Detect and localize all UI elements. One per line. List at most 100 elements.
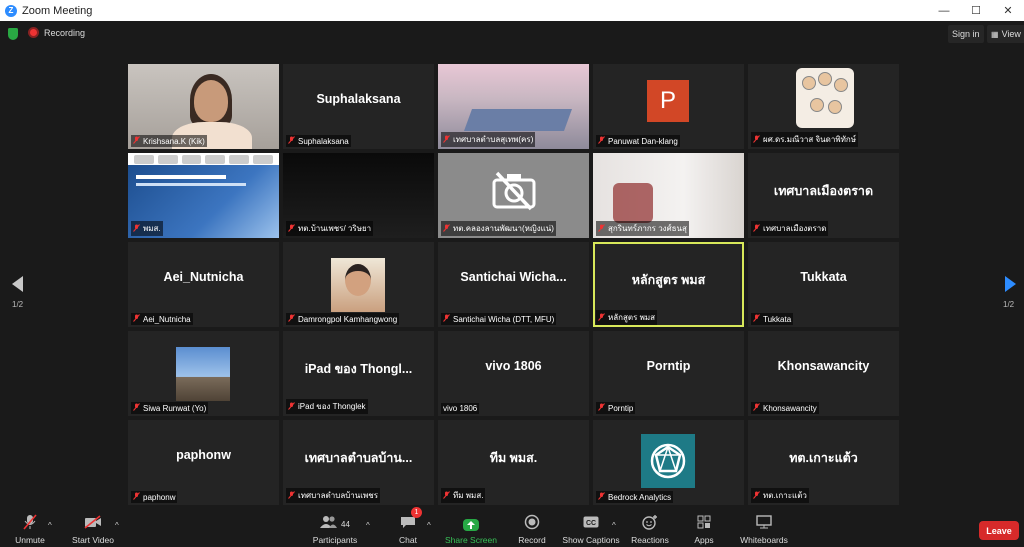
recording-indicator[interactable]: Recording — [28, 27, 85, 38]
participant-tile[interactable]: Bedrock Analytics — [593, 420, 744, 505]
participant-tile[interactable]: เทศบาลเมืองตราด เทศบาลเมืองตราด — [748, 153, 899, 238]
whiteboard-icon — [753, 513, 775, 531]
muted-microphone-icon — [443, 490, 450, 501]
audio-options-chevron-icon[interactable]: ^ — [48, 521, 52, 530]
participant-name-label: Siwa Runwat (Yo) — [131, 402, 209, 414]
view-button[interactable]: ▦ View — [987, 25, 1024, 43]
participant-tile[interactable]: ทต.คลองลานพัฒนา(หญิงแน่) — [438, 153, 589, 238]
participant-name: สุกรินทร์ภากร วงศ์ธนสุ — [608, 224, 687, 233]
participant-tile[interactable]: พมส. — [128, 153, 279, 238]
profile-avatar — [796, 68, 854, 128]
share-screen-button[interactable]: Share Screen — [445, 507, 497, 547]
reactions-button[interactable]: Reactions — [630, 507, 670, 547]
record-button[interactable]: Record — [516, 507, 548, 547]
reactions-smiley-icon — [639, 513, 661, 531]
participant-tile[interactable]: Porntip Porntip — [593, 331, 744, 416]
participant-tile[interactable]: Tukkata Tukkata — [748, 242, 899, 327]
zoom-logo-icon: Z — [5, 4, 17, 17]
participant-tile[interactable]: เทศบาลตำบลบ้าน... เทศบาลตำบลบ้านเพชร — [283, 420, 434, 505]
participant-tile[interactable]: หลักสูตร พมส หลักสูตร พมส — [593, 242, 744, 327]
participant-name-label: ทีม พมส. — [441, 488, 486, 503]
participant-tile[interactable]: ทต.เกาะแต้ว ทต.เกาะแต้ว — [748, 420, 899, 505]
participant-name-label: Khonsawancity — [751, 402, 819, 414]
record-icon — [521, 513, 543, 531]
apps-button[interactable]: Apps — [692, 507, 716, 547]
participant-display-name: ทีม พมส. — [489, 451, 538, 465]
participant-name-label: พมส. — [131, 221, 163, 236]
participant-display-name: Aei_Nutnicha — [163, 270, 244, 284]
muted-microphone-icon — [133, 136, 140, 146]
participant-display-name: vivo 1806 — [485, 359, 542, 373]
maximize-button[interactable]: ☐ — [960, 0, 992, 21]
participant-tile[interactable]: ทต.บ้านเพชร/ วริษยา — [283, 153, 434, 238]
sign-in-button[interactable]: Sign in — [948, 25, 984, 43]
participant-tile[interactable]: Khonsawancity Khonsawancity — [748, 331, 899, 416]
participant-name: เทศบาลเมืองตราด — [763, 224, 827, 233]
next-page-arrow-icon[interactable] — [1005, 276, 1016, 292]
muted-microphone-icon — [753, 314, 760, 324]
participant-name-label: Krishsana.K (Kik) — [131, 135, 207, 147]
start-video-button[interactable]: Start Video — [70, 507, 116, 547]
captions-options-chevron-icon[interactable]: ^ — [612, 521, 616, 530]
close-button[interactable]: ✕ — [992, 0, 1024, 21]
muted-microphone-icon — [443, 134, 450, 145]
participant-name-label: Suphalaksana — [286, 135, 351, 147]
participant-tile[interactable]: Aei_Nutnicha Aei_Nutnicha — [128, 242, 279, 327]
chat-unread-badge: 1 — [411, 507, 422, 518]
apps-label: Apps — [694, 535, 714, 545]
muted-microphone-icon — [288, 136, 295, 146]
participant-name: ผศ.ดร.มณีวาส จินดาพิทักษ์ — [763, 135, 856, 144]
participant-tile[interactable]: Krishsana.K (Kik) — [128, 64, 279, 149]
participant-tile[interactable]: Santichai Wicha... Santichai Wicha (DTT, … — [438, 242, 589, 327]
participant-tile[interactable]: เทศบาลตำบลสุเทพ(คร) — [438, 64, 589, 149]
chat-options-chevron-icon[interactable]: ^ — [427, 521, 431, 530]
unmute-button[interactable]: Unmute — [12, 507, 48, 547]
participant-tile[interactable]: Siwa Runwat (Yo) — [128, 331, 279, 416]
participant-name: Krishsana.K (Kik) — [143, 136, 205, 146]
record-label: Record — [518, 535, 546, 545]
minimize-button[interactable]: — — [928, 0, 960, 21]
participants-icon — [318, 513, 340, 531]
participant-name-label: Damrongpol Kamhangwong — [286, 313, 400, 325]
muted-microphone-icon — [753, 223, 760, 234]
participant-tile[interactable]: P Panuwat Dan-klang — [593, 64, 744, 149]
muted-microphone-icon — [598, 223, 605, 234]
participant-tile[interactable]: ทีม พมส. ทีม พมส. — [438, 420, 589, 505]
chat-button[interactable]: 1 Chat — [393, 507, 423, 547]
participant-tile[interactable]: ผศ.ดร.มณีวาส จินดาพิทักษ์ — [748, 64, 899, 149]
participant-display-name: Tukkata — [800, 270, 847, 284]
participant-tile[interactable]: paphonw paphonw — [128, 420, 279, 505]
participant-name: Khonsawancity — [763, 403, 817, 413]
participant-name: ทต.คลองลานพัฒนา(หญิงแน่) — [453, 224, 554, 233]
bedrock-logo-icon — [650, 443, 686, 479]
muted-microphone-icon — [19, 513, 41, 531]
previous-page-arrow-icon[interactable] — [12, 276, 23, 292]
participant-tile[interactable]: Suphalaksana Suphalaksana — [283, 64, 434, 149]
profile-avatar — [641, 434, 695, 488]
participant-name-label: Porntip — [596, 402, 636, 414]
participants-button[interactable]: Participants — [312, 507, 358, 547]
participant-tile[interactable]: iPad ของ Thongl... iPad ของ Thonglek — [283, 331, 434, 416]
participant-name-label: iPad ของ Thonglek — [286, 399, 368, 414]
participant-display-name: Suphalaksana — [316, 92, 401, 106]
participant-name: Porntip — [608, 403, 634, 413]
unmute-label: Unmute — [15, 535, 45, 545]
participant-tile[interactable]: สุกรินทร์ภากร วงศ์ธนสุ — [593, 153, 744, 238]
window-title: Zoom Meeting — [22, 4, 93, 17]
participant-name: Tukkata — [763, 314, 792, 324]
encryption-shield-icon[interactable] — [8, 28, 18, 40]
video-options-chevron-icon[interactable]: ^ — [115, 521, 119, 530]
participants-options-chevron-icon[interactable]: ^ — [366, 521, 370, 530]
muted-microphone-icon — [288, 490, 295, 501]
leave-button[interactable]: Leave — [979, 521, 1019, 540]
participant-name-label: ทต.เกาะแต้ว — [751, 488, 809, 503]
participant-tile[interactable]: Damrongpol Kamhangwong — [283, 242, 434, 327]
muted-microphone-icon — [598, 136, 605, 146]
gallery-grid: Krishsana.K (Kik) Suphalaksana Suphalaksan… — [128, 64, 900, 505]
participant-name: Santichai Wicha (DTT, MFU) — [453, 314, 555, 324]
participant-tile[interactable]: vivo 1806 vivo 1806 — [438, 331, 589, 416]
reactions-label: Reactions — [631, 535, 669, 545]
whiteboards-button[interactable]: Whiteboards — [738, 507, 790, 547]
participant-name: Suphalaksana — [298, 136, 349, 146]
participant-name-label: สุกรินทร์ภากร วงศ์ธนสุ — [596, 221, 689, 236]
